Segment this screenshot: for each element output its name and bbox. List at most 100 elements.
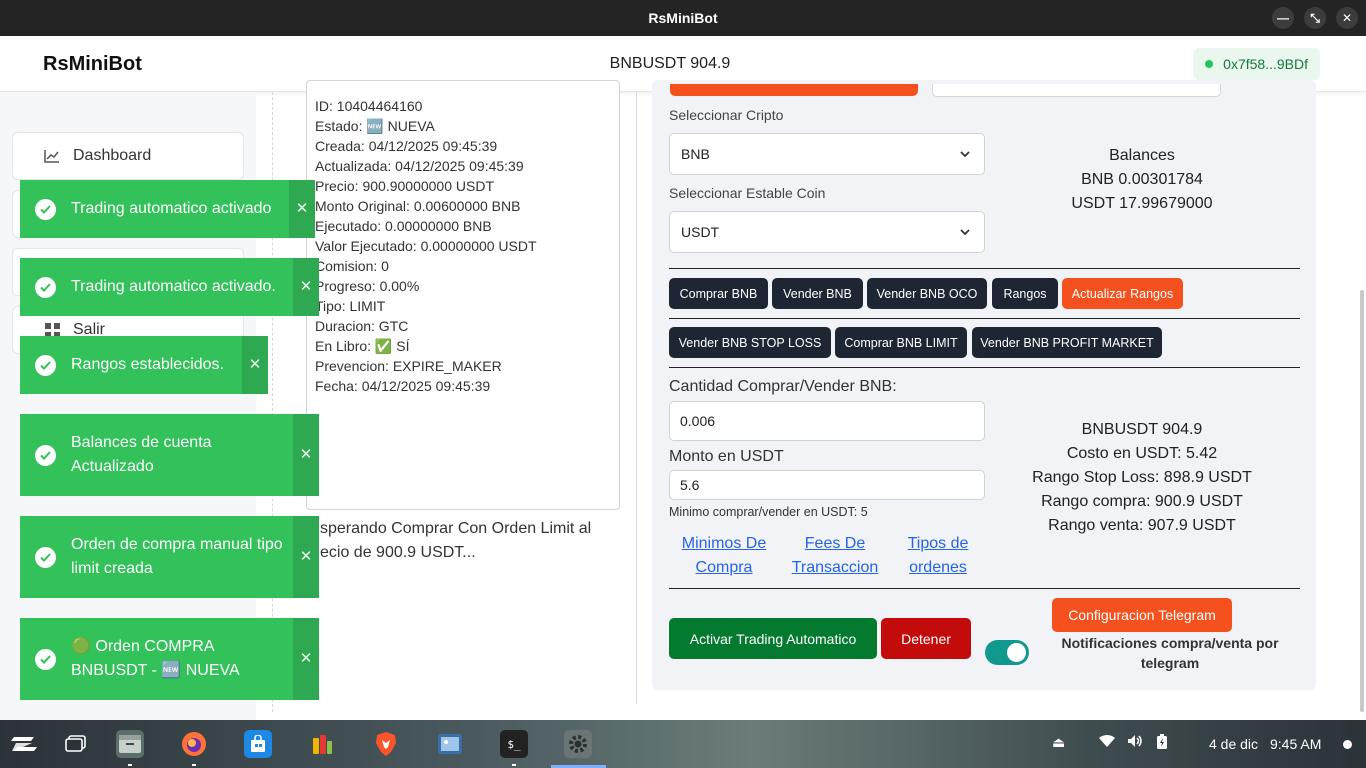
files-icon[interactable] bbox=[116, 730, 144, 758]
toast-message: Orden de compra manual tipo limit creada bbox=[71, 536, 283, 577]
link-fees-transaccion[interactable]: Fees De Transaccion bbox=[785, 532, 885, 580]
taskbar-date[interactable]: 4 de dic bbox=[1209, 736, 1258, 752]
sidebar-item-dashboard[interactable]: Dashboard bbox=[12, 132, 244, 180]
gear-icon[interactable] bbox=[564, 730, 592, 758]
balances-title: Balances bbox=[1109, 147, 1175, 164]
order-executed-value: Valor Ejecutado: 0.00000000 USDT bbox=[315, 238, 537, 254]
zorin-menu-icon[interactable] bbox=[10, 730, 38, 758]
notification-dot-icon[interactable] bbox=[1343, 740, 1352, 749]
sell-bnb-button[interactable]: Vender BNB bbox=[772, 278, 863, 309]
link-minimos-compra[interactable]: Minimos De Compra bbox=[672, 532, 776, 580]
chevron-down-icon bbox=[960, 229, 970, 236]
amount-label: Monto en USDT bbox=[669, 448, 784, 465]
window-controls: — ⤡ ✕ bbox=[1272, 7, 1358, 29]
close-icon[interactable]: ✕ bbox=[1336, 7, 1358, 29]
toast-message: 🟢 Orden COMPRA BNBUSDT - 🆕 NUEVA bbox=[71, 638, 240, 679]
info-sell-range: Rango venta: 907.9 USDT bbox=[1048, 517, 1236, 534]
volume-icon[interactable] bbox=[1127, 734, 1143, 751]
order-commission: Comision: 0 bbox=[315, 258, 389, 274]
restore-icon[interactable]: ⤡ bbox=[1304, 7, 1326, 29]
sidebar-item-label: Dashboard bbox=[73, 147, 152, 164]
header-ticker: BNBUSDT 904.9 bbox=[609, 55, 731, 72]
update-ranges-button[interactable]: Actualizar Rangos bbox=[1062, 278, 1183, 309]
ranges-button[interactable]: Rangos bbox=[992, 278, 1058, 309]
divider bbox=[669, 268, 1300, 269]
chevron-down-icon bbox=[960, 151, 970, 158]
sell-bnb-profit-market-button[interactable]: Vender BNB PROFIT MARKET bbox=[972, 327, 1162, 358]
window-titlebar: RsMiniBot — ⤡ ✕ bbox=[0, 0, 1366, 36]
toast-notification: Trading automatico activado. ✕ bbox=[20, 258, 319, 316]
amount-input[interactable]: 5.6 bbox=[669, 470, 985, 500]
stop-button[interactable]: Detener bbox=[881, 618, 971, 659]
divider bbox=[669, 588, 1300, 589]
toast-notification: Trading automatico activado ✕ bbox=[20, 180, 315, 238]
buy-bnb-limit-button[interactable]: Comprar BNB LIMIT bbox=[835, 327, 967, 358]
minimize-icon[interactable]: — bbox=[1272, 7, 1294, 29]
app-icon[interactable] bbox=[308, 730, 336, 758]
column-divider bbox=[636, 92, 637, 704]
close-icon[interactable]: ✕ bbox=[293, 618, 319, 700]
toast-message: Rangos establecidos. bbox=[71, 356, 224, 373]
toast-message: Trading automatico activado. bbox=[71, 278, 276, 295]
toast-notification: Balances de cuenta Actualizado ✕ bbox=[20, 414, 319, 496]
close-icon[interactable]: ✕ bbox=[293, 516, 319, 598]
order-created: Creada: 04/12/2025 09:45:39 bbox=[315, 138, 498, 154]
market-info: BNBUSDT 904.9 Costo en USDT: 5.42 Rango … bbox=[1000, 418, 1284, 538]
order-price: Precio: 900.90000000 USDT bbox=[315, 178, 494, 194]
order-details: ID: 10404464160 Estado: 🆕 NUEVA Creada: … bbox=[315, 96, 537, 396]
workspaces-icon[interactable] bbox=[62, 730, 90, 758]
stable-coin-label: Seleccionar Estable Coin bbox=[669, 185, 826, 201]
order-duration: Duracion: GTC bbox=[315, 318, 409, 334]
terminal-icon[interactable]: $_ bbox=[500, 730, 528, 758]
toast-notification: Rangos establecidos. ✕ bbox=[20, 336, 268, 394]
telegram-toggle[interactable] bbox=[985, 640, 1029, 665]
battery-icon[interactable] bbox=[1156, 734, 1168, 753]
check-icon bbox=[35, 444, 56, 466]
connected-dot-icon bbox=[1205, 60, 1214, 68]
info-ticker: BNBUSDT 904.9 bbox=[1081, 421, 1203, 438]
window-title: RsMiniBot bbox=[648, 10, 718, 26]
firefox-icon[interactable] bbox=[180, 730, 208, 758]
telegram-config-button[interactable]: Configuracion Telegram bbox=[1052, 598, 1232, 632]
close-icon[interactable]: ✕ bbox=[242, 336, 268, 394]
wifi-icon[interactable] bbox=[1098, 734, 1116, 751]
order-updated: Actualizada: 04/12/2025 09:45:39 bbox=[315, 158, 524, 174]
activate-trading-button[interactable]: Activar Trading Automatico bbox=[669, 618, 877, 659]
buy-bnb-button[interactable]: Comprar BNB bbox=[669, 278, 768, 309]
running-indicator bbox=[128, 764, 132, 766]
chart-line-icon bbox=[43, 149, 61, 163]
toast-notification: 🟢 Orden COMPRA BNBUSDT - 🆕 NUEVA ✕ bbox=[20, 618, 319, 700]
sell-bnb-stop-loss-button[interactable]: Vender BNB STOP LOSS bbox=[669, 327, 831, 358]
info-buy-range: Rango compra: 900.9 USDT bbox=[1041, 493, 1243, 510]
order-status: Estado: 🆕 NUEVA bbox=[315, 118, 435, 134]
stable-coin-select[interactable]: USDT bbox=[669, 211, 985, 253]
taskbar-time[interactable]: 9:45 AM bbox=[1270, 736, 1321, 752]
divider bbox=[669, 367, 1300, 368]
minimum-hint: Minimo comprar/vender en USDT: 5 bbox=[669, 505, 868, 519]
top-input[interactable] bbox=[932, 84, 1221, 97]
crypto-label: Seleccionar Cripto bbox=[669, 107, 784, 123]
order-in-book: En Libro: ✅ SÍ bbox=[315, 338, 410, 354]
order-prevention: Prevencion: EXPIRE_MAKER bbox=[315, 358, 502, 374]
top-orange-button[interactable] bbox=[670, 84, 918, 96]
wallet-badge[interactable]: 0x7f58...9BDf bbox=[1193, 48, 1320, 80]
link-tipos-ordenes[interactable]: Tipos de ordenes bbox=[898, 532, 978, 580]
order-type: Tipo: LIMIT bbox=[315, 298, 386, 314]
crypto-select[interactable]: BNB bbox=[669, 133, 985, 175]
info-stop-loss: Rango Stop Loss: 898.9 USDT bbox=[1032, 469, 1252, 486]
scrollbar[interactable] bbox=[1360, 290, 1364, 712]
balance-usdt: USDT 17.99679000 bbox=[1071, 195, 1213, 212]
toast-notification: Orden de compra manual tipo limit creada… bbox=[20, 516, 319, 598]
eject-icon[interactable]: ⏏ bbox=[1052, 734, 1065, 751]
screenshot-icon[interactable] bbox=[436, 730, 464, 758]
balance-bnb: BNB 0.00301784 bbox=[1081, 171, 1203, 188]
toggle-knob bbox=[1007, 643, 1026, 662]
close-icon[interactable]: ✕ bbox=[289, 180, 315, 238]
close-icon[interactable]: ✕ bbox=[293, 414, 319, 496]
info-cost: Costo en USDT: 5.42 bbox=[1066, 445, 1218, 462]
quantity-input[interactable]: 0.006 bbox=[669, 401, 985, 441]
software-store-icon[interactable] bbox=[244, 730, 272, 758]
brave-icon[interactable] bbox=[372, 730, 400, 758]
sell-bnb-oco-button[interactable]: Vender BNB OCO bbox=[867, 278, 987, 309]
close-icon[interactable]: ✕ bbox=[293, 258, 319, 316]
